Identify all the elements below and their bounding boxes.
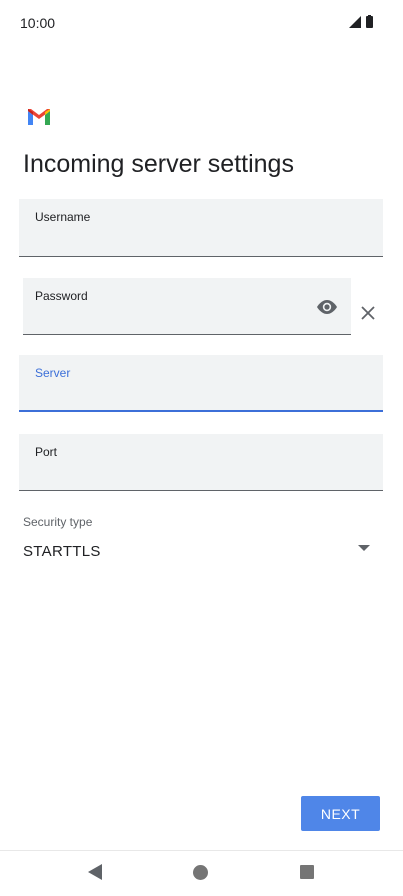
navigation-bar bbox=[0, 851, 403, 896]
dropdown-arrow-icon[interactable] bbox=[358, 545, 370, 551]
password-field[interactable]: Password bbox=[23, 278, 351, 335]
back-icon[interactable] bbox=[88, 864, 102, 880]
username-input[interactable] bbox=[35, 231, 327, 248]
battery-icon bbox=[366, 16, 373, 28]
port-field[interactable]: Port bbox=[19, 434, 383, 491]
eye-icon[interactable] bbox=[315, 298, 339, 316]
server-label: Server bbox=[35, 366, 71, 380]
port-input[interactable] bbox=[35, 465, 327, 482]
server-input[interactable] bbox=[35, 385, 327, 402]
security-type-label: Security type bbox=[23, 515, 93, 529]
username-label: Username bbox=[35, 210, 91, 224]
password-input[interactable] bbox=[35, 309, 265, 326]
status-icons bbox=[349, 15, 373, 28]
screen: 10:00 Incoming server settings Username … bbox=[0, 0, 403, 896]
security-type-value[interactable]: STARTTLS bbox=[23, 543, 101, 560]
status-bar: 10:00 bbox=[0, 0, 403, 48]
server-field[interactable]: Server bbox=[19, 355, 383, 412]
recents-icon[interactable] bbox=[300, 865, 314, 879]
page-title: Incoming server settings bbox=[23, 150, 294, 178]
home-icon[interactable] bbox=[193, 865, 208, 880]
status-time: 10:00 bbox=[20, 15, 56, 31]
port-label: Port bbox=[35, 445, 58, 459]
password-label: Password bbox=[35, 289, 88, 303]
gmail-logo-icon bbox=[28, 109, 50, 125]
next-button[interactable]: NEXT bbox=[301, 796, 380, 831]
signal-icon bbox=[349, 16, 361, 28]
close-icon[interactable] bbox=[360, 305, 376, 321]
username-field[interactable]: Username bbox=[19, 199, 383, 257]
